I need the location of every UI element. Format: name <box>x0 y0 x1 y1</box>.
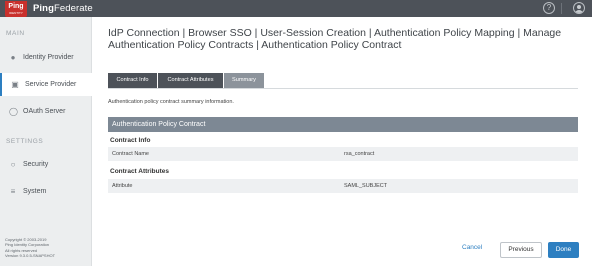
sidebar-section-main: MAIN <box>6 30 25 37</box>
contract-name-value: rsa_contract <box>344 151 375 157</box>
tab-summary[interactable]: Summary <box>224 73 264 88</box>
sidebar-item-label: OAuth Server <box>23 108 66 115</box>
done-button[interactable]: Done <box>548 242 579 258</box>
identity-provider-icon: ● <box>10 53 16 62</box>
contract-attributes-heading: Contract Attributes <box>110 168 169 175</box>
copyright: Copyright © 2003-2019 Ping Identity Corp… <box>5 237 55 258</box>
sidebar-item-security[interactable]: ○ Security <box>0 153 92 176</box>
sidebar-item-identity-provider[interactable]: ● Identity Provider <box>0 46 92 69</box>
tab-contract-info[interactable]: Contract Info <box>108 73 157 88</box>
sidebar-section-settings: SETTINGS <box>6 138 44 145</box>
sidebar-item-label: System <box>23 188 47 195</box>
service-provider-icon: ▣ <box>11 80 19 89</box>
wizard-tabs: Contract Info Contract Attributes Summar… <box>108 73 265 88</box>
tab-underline <box>108 88 578 89</box>
sidebar-item-label: Service Provider <box>25 81 77 88</box>
cancel-button[interactable]: Cancel <box>462 244 482 251</box>
brand-bold: Ping <box>33 3 54 14</box>
logo-text: Ping <box>8 3 24 10</box>
contract-info-heading: Contract Info <box>110 137 151 144</box>
page-description: Authentication policy contract summary i… <box>108 99 234 105</box>
user-icon-shoulders <box>575 10 583 13</box>
sidebar-item-label: Identity Provider <box>23 54 74 61</box>
contract-name-label: Contract Name <box>112 151 149 157</box>
oauth-icon: ◯ <box>9 107 18 116</box>
user-icon[interactable] <box>573 2 585 14</box>
version-line: Version 9.3.0.5-SNAPSHOT <box>5 252 56 258</box>
security-icon: ○ <box>10 160 16 169</box>
ping-logo[interactable]: Ping IDENTITY <box>5 1 27 17</box>
sidebar-item-label: Security <box>23 161 49 168</box>
attribute-row: Attribute SAML_SUBJECT <box>108 179 578 193</box>
help-icon[interactable]: ? <box>543 2 555 14</box>
tab-contract-attributes[interactable]: Contract Attributes <box>158 73 223 88</box>
user-icon-head <box>577 5 581 9</box>
contract-name-row: Contract Name rsa_contract <box>108 147 578 161</box>
previous-button[interactable]: Previous <box>500 242 542 258</box>
logo-subtext: IDENTITY <box>9 11 23 15</box>
sidebar-item-service-provider[interactable]: ▣ Service Provider <box>0 73 96 96</box>
breadcrumb: IdP Connection | Browser SSO | User-Sess… <box>108 27 562 51</box>
summary-section-header: Authentication Policy Contract <box>108 117 578 132</box>
product-name: PingFederate <box>33 3 93 14</box>
attribute-value: SAML_SUBJECT <box>344 183 388 189</box>
sidebar-item-system[interactable]: ≡ System <box>0 180 92 203</box>
top-divider <box>561 3 562 14</box>
brand-light: Federate <box>53 3 93 14</box>
system-icon: ≡ <box>10 187 16 196</box>
sidebar: MAIN ● Identity Provider ▣ Service Provi… <box>0 17 96 266</box>
attribute-label: Attribute <box>112 183 133 189</box>
top-bar: Ping IDENTITY PingFederate ? <box>0 0 592 17</box>
main-content: IdP Connection | Browser SSO | User-Sess… <box>92 17 592 266</box>
copyright-line: Ping Identity Corporation <box>5 242 50 248</box>
sidebar-item-oauth-server[interactable]: ◯ OAuth Server <box>0 100 92 123</box>
